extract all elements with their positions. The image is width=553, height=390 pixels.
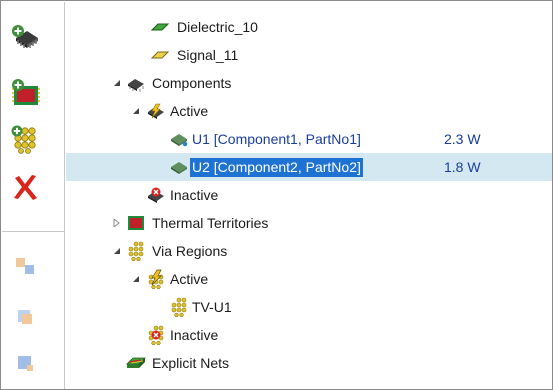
add-board-button[interactable] bbox=[8, 74, 42, 110]
expanded-arrow-icon[interactable] bbox=[112, 78, 122, 88]
tree-item-label: U2 [Component2, PartNo2] bbox=[190, 158, 363, 177]
power-value: 2.3 W bbox=[444, 131, 481, 147]
paste-button[interactable] bbox=[8, 344, 42, 380]
tree-item-via-regions[interactable]: Via Regions bbox=[66, 237, 552, 265]
design-tree: Dielectric_10 Signal_11 Components Activ… bbox=[66, 2, 552, 389]
expanded-arrow-icon[interactable] bbox=[112, 246, 122, 256]
tree-item-label: TV-U1 bbox=[192, 299, 232, 315]
tree-item-label: Inactive bbox=[170, 327, 219, 343]
delete-button[interactable] bbox=[8, 169, 42, 205]
paste-icon bbox=[18, 356, 33, 371]
dielectric-layer-icon bbox=[150, 23, 170, 31]
add-via-region-icon bbox=[11, 125, 36, 154]
design-tree-panel: Dielectric_10 Signal_11 Components Activ… bbox=[0, 0, 553, 390]
tree-item-label: Components bbox=[152, 75, 232, 91]
power-value: 1.8 W bbox=[444, 159, 481, 175]
tree-item-inactive-vias[interactable]: Inactive bbox=[66, 321, 552, 349]
toolbar-separator bbox=[2, 231, 65, 232]
tree-item-tv-u1[interactable]: TV-U1 bbox=[66, 293, 552, 321]
add-board-icon bbox=[12, 79, 40, 105]
components-icon bbox=[128, 79, 144, 92]
tree-item-active-vias[interactable]: Active bbox=[66, 265, 552, 293]
inactive-via-icon bbox=[148, 325, 164, 345]
tree-item-label: U1 [Component1, PartNo1] bbox=[192, 131, 361, 147]
tree-item-label: Via Regions bbox=[152, 243, 228, 259]
tree-item-active-components[interactable]: Active bbox=[66, 97, 552, 125]
thermal-territory-icon bbox=[128, 216, 144, 230]
add-via-region-button[interactable] bbox=[8, 121, 42, 157]
copy-button[interactable] bbox=[8, 298, 42, 334]
component-icon bbox=[171, 162, 187, 174]
tree-item-label: Thermal Territories bbox=[152, 215, 269, 231]
explicit-nets-icon bbox=[126, 357, 146, 368]
tree-item-label: Active bbox=[170, 271, 209, 287]
add-chip-icon bbox=[12, 25, 38, 48]
tree-item-u2[interactable]: U2 [Component2, PartNo2] 1.8 W bbox=[66, 153, 552, 181]
tree-item-thermal-territories[interactable]: Thermal Territories bbox=[66, 209, 552, 237]
expanded-arrow-icon[interactable] bbox=[131, 274, 141, 284]
vertical-toolbar bbox=[2, 2, 65, 389]
via-regions-icon bbox=[128, 241, 144, 261]
delete-icon bbox=[14, 175, 37, 200]
expanded-arrow-icon[interactable] bbox=[131, 106, 141, 116]
collapsed-arrow-icon[interactable] bbox=[112, 218, 122, 228]
active-components-icon bbox=[148, 103, 164, 119]
copy-icon bbox=[18, 310, 32, 324]
move-icon bbox=[16, 258, 34, 274]
tree-item-signal-11[interactable]: Signal_11 bbox=[66, 41, 552, 69]
signal-layer-icon bbox=[150, 51, 170, 59]
move-button[interactable] bbox=[8, 248, 42, 284]
add-chip-button[interactable] bbox=[8, 20, 42, 56]
tree-item-dielectric-10[interactable]: Dielectric_10 bbox=[66, 13, 552, 41]
tree-item-label: Signal_11 bbox=[177, 47, 239, 63]
tree-item-inactive-components[interactable]: Inactive bbox=[66, 181, 552, 209]
tree-item-label: Explicit Nets bbox=[152, 355, 230, 371]
tree-item-label: Active bbox=[170, 103, 209, 119]
inactive-components-icon bbox=[148, 187, 164, 203]
tree-item-label: Inactive bbox=[170, 187, 219, 203]
component-icon bbox=[171, 134, 188, 147]
tree-item-components[interactable]: Components bbox=[66, 69, 552, 97]
via-region-icon bbox=[171, 297, 187, 317]
active-via-icon bbox=[148, 269, 164, 289]
tree-item-label: Dielectric_10 bbox=[177, 19, 258, 35]
tree-item-u1[interactable]: U1 [Component1, PartNo1] 2.3 W bbox=[66, 125, 552, 153]
tree-item-explicit-nets[interactable]: Explicit Nets bbox=[66, 349, 552, 377]
